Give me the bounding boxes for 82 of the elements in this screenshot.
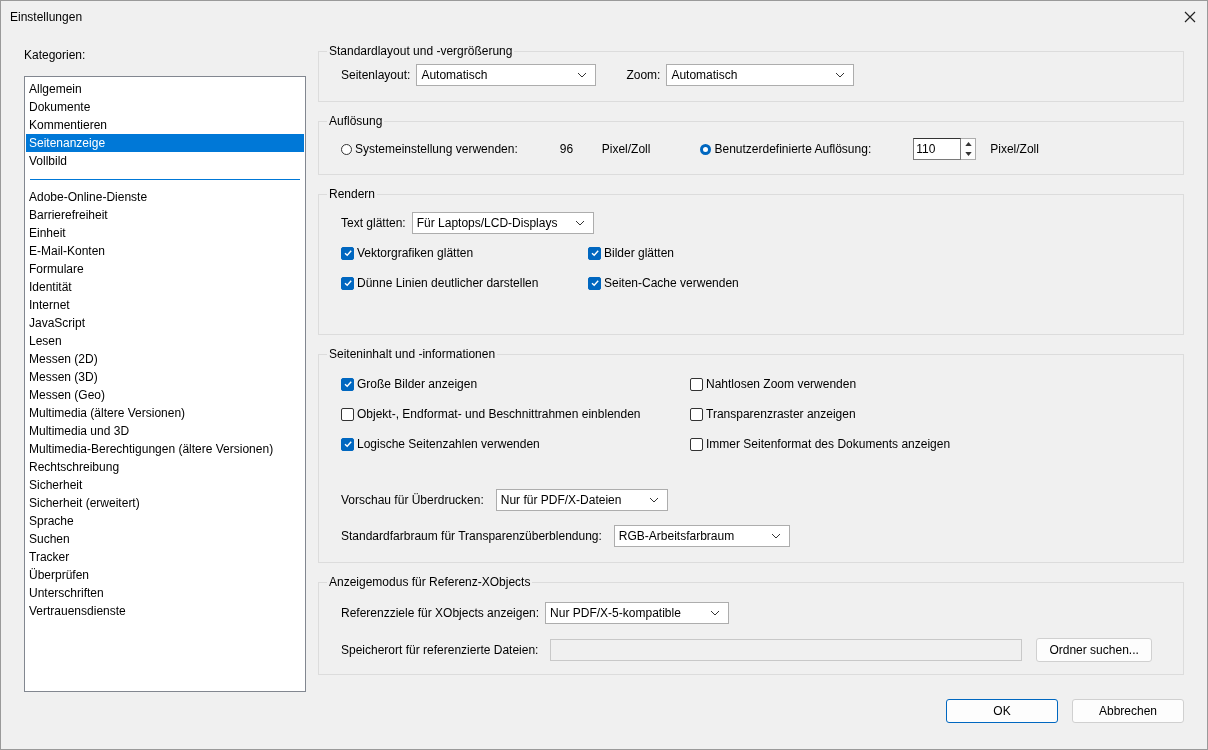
category-item[interactable]: Einheit	[26, 224, 304, 242]
checkbox-option[interactable]: Logische Seitenzahlen verwenden	[341, 435, 690, 453]
checkbox-option[interactable]: Vektorgrafiken glätten	[341, 244, 588, 262]
group-title: Standardlayout und -vergrößerung	[328, 44, 514, 58]
checkbox-option[interactable]: Transparenzraster anzeigen	[690, 405, 1171, 423]
dropdown[interactable]: Nur für PDF/X-Dateien	[495, 489, 668, 511]
category-item[interactable]: Allgemein	[26, 80, 304, 98]
spin-buttons[interactable]	[961, 138, 977, 160]
unit-label: Pixel/Zoll	[601, 142, 651, 156]
category-item[interactable]: Messen (Geo)	[26, 386, 304, 404]
category-item[interactable]: Messen (2D)	[26, 350, 304, 368]
checkbox-option[interactable]: Große Bilder anzeigen	[341, 375, 690, 393]
checkbox-option[interactable]: Objekt-, Endformat- und Beschnittrahmen einblenden	[341, 405, 690, 423]
category-item[interactable]: Messen (3D)	[26, 368, 304, 386]
category-item[interactable]: Multimedia und 3D	[26, 422, 304, 440]
checkbox-option[interactable]: Seiten-Cache verwenden	[588, 274, 1171, 292]
caret-icon	[577, 72, 588, 78]
category-item[interactable]: Sicherheit (erweitert)	[26, 494, 304, 512]
category-item[interactable]: Tracker	[26, 548, 304, 566]
dropdown[interactable]: Automatisch	[666, 64, 855, 86]
checkmark-icon	[342, 248, 353, 258]
category-item[interactable]: Barrierefreiheit	[26, 206, 304, 224]
field-label: Vorschau für Überdrucken:	[341, 493, 484, 507]
category-item[interactable]: Dokumente	[26, 98, 304, 116]
category-item[interactable]: Kommentieren	[26, 116, 304, 134]
group-title: Auflösung	[328, 114, 384, 128]
dropdown[interactable]: RGB-Arbeitsfarbraum	[613, 525, 790, 547]
checkbox-option[interactable]: Dünne Linien deutlicher darstellen	[341, 274, 588, 292]
close-icon[interactable]	[1184, 11, 1196, 23]
group-title: Seiteninhalt und -informationen	[328, 347, 497, 361]
category-item[interactable]: Adobe-Online-Dienste	[26, 188, 304, 206]
checkbox-option[interactable]: Bilder glätten	[588, 244, 1171, 262]
caret-icon	[574, 220, 585, 226]
dropdown[interactable]: Für Laptops/LCD-Displays	[411, 212, 594, 234]
category-item[interactable]: Vertrauensdienste	[26, 602, 304, 620]
category-item[interactable]: Vollbild	[26, 152, 304, 170]
category-item[interactable]: Sprache	[26, 512, 304, 530]
category-item[interactable]: Multimedia-Berechtigungen (ältere Versionen)	[26, 440, 304, 458]
category-item[interactable]: E-Mail-Konten	[26, 242, 304, 260]
field-label: Text glätten:	[341, 216, 406, 230]
caret-icon	[710, 610, 721, 616]
unit-label: Pixel/Zoll	[990, 142, 1039, 156]
checkbox-option[interactable]: Nahtlosen Zoom verwenden	[690, 375, 1171, 393]
category-item[interactable]: Suchen	[26, 530, 304, 548]
field-label: Speicherort für referenzierte Dateien:	[341, 643, 539, 657]
category-item[interactable]: Rechtschreibung	[26, 458, 304, 476]
checkmark-icon	[342, 278, 353, 288]
category-item[interactable]: Internet	[26, 296, 304, 314]
category-item[interactable]: JavaScript	[26, 314, 304, 332]
number-input[interactable]: 110	[913, 138, 962, 160]
group-title: Rendern	[328, 187, 377, 201]
dropdown[interactable]: Automatisch	[416, 64, 597, 86]
checkmark-icon	[589, 248, 600, 258]
categories-label: Kategorien:	[24, 48, 87, 64]
category-item[interactable]: Lesen	[26, 332, 304, 350]
checkbox-option[interactable]: Immer Seitenformat des Dokuments anzeigen	[690, 435, 1171, 453]
checkmark-icon	[342, 439, 353, 449]
caret-icon	[648, 497, 659, 503]
caret-icon	[770, 533, 781, 539]
field-label: Zoom:	[626, 68, 661, 82]
category-item[interactable]: Unterschriften	[26, 584, 304, 602]
group-title: Anzeigemodus für Referenz-XObjects	[328, 575, 532, 589]
dialog-button[interactable]: OK	[946, 699, 1058, 723]
category-item[interactable]: Multimedia (ältere Versionen)	[26, 404, 304, 422]
field-label: Standardfarbraum für Transparenzüberblendung:	[341, 529, 602, 543]
browse-button[interactable]: Ordner suchen...	[1036, 638, 1152, 662]
field-label: Seitenlayout:	[341, 68, 411, 82]
checkmark-icon	[342, 379, 353, 389]
field-label: Referenzziele für XObjects anzeigen:	[341, 606, 540, 620]
category-item[interactable]: Formulare	[26, 260, 304, 278]
category-item[interactable]: Seitenanzeige	[26, 134, 304, 152]
category-item[interactable]: Sicherheit	[26, 476, 304, 494]
resolution-value: 96	[559, 142, 575, 156]
window-title: Einstellungen	[10, 10, 83, 24]
caret-icon	[835, 72, 846, 78]
radio-option[interactable]: Systemeinstellung verwenden:	[341, 142, 518, 156]
category-item[interactable]: Überprüfen	[26, 566, 304, 584]
dropdown[interactable]: Nur PDF/X-5-kompatible	[545, 602, 730, 624]
checkmark-icon	[589, 278, 600, 288]
radio-option[interactable]: Benutzerdefinierte Auflösung:	[700, 142, 872, 156]
category-item[interactable]: Identität	[26, 278, 304, 296]
dialog-button[interactable]: Abbrechen	[1072, 699, 1184, 723]
